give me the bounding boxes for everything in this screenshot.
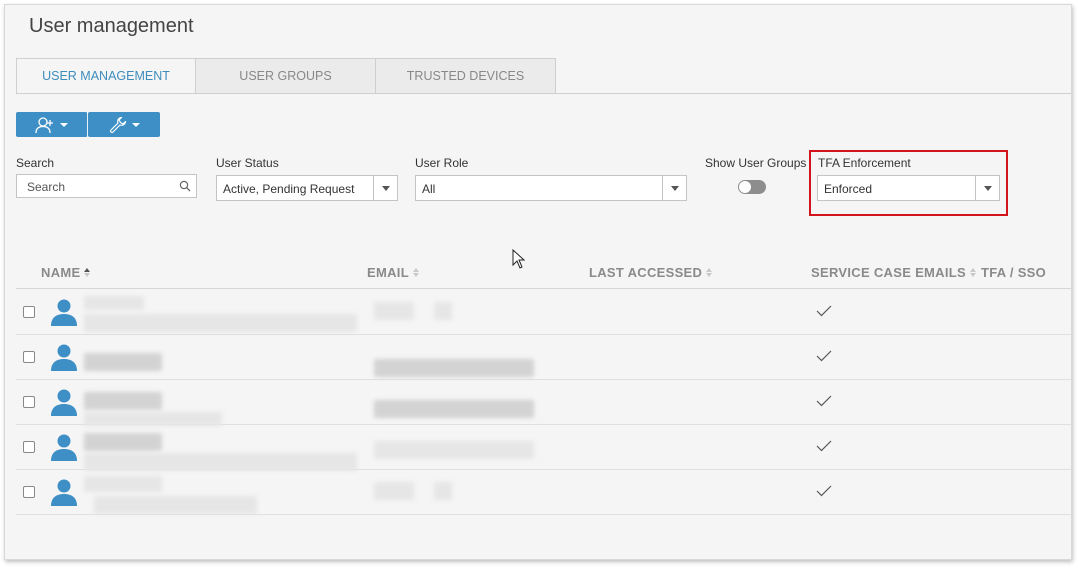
redacted-email <box>374 359 534 377</box>
search-icon <box>179 180 191 192</box>
sort-icon <box>706 268 713 277</box>
column-header-service-case-emails[interactable]: SERVICE CASE EMAILS <box>811 265 976 280</box>
column-header-label: NAME <box>41 265 81 280</box>
tab-trusted-devices[interactable]: TRUSTED DEVICES <box>376 58 556 94</box>
row-checkbox[interactable] <box>23 306 35 318</box>
check-icon <box>816 395 832 407</box>
user-management-window: User management USER MANAGEMENT USER GRO… <box>4 4 1072 560</box>
user-avatar-icon <box>51 479 77 506</box>
tools-menu-button[interactable] <box>88 112 160 137</box>
user-avatar-icon <box>51 344 77 371</box>
table-row[interactable] <box>16 380 1071 426</box>
tab-divider <box>16 93 1071 94</box>
row-checkbox[interactable] <box>23 396 35 408</box>
tfa-enforcement-value: Enforced <box>824 182 873 196</box>
check-icon <box>816 485 832 497</box>
column-header-label: SERVICE CASE EMAILS <box>811 265 966 280</box>
redacted-name <box>84 433 162 451</box>
redacted-email <box>374 441 534 459</box>
column-header-tfa-sso: TFA / SSO <box>981 265 1046 280</box>
redacted-name <box>84 476 162 492</box>
row-checkbox[interactable] <box>23 486 35 498</box>
redacted-name <box>94 496 257 514</box>
redacted-email <box>434 302 452 320</box>
redacted-name <box>84 314 357 332</box>
search-label: Search <box>16 156 55 170</box>
table-row[interactable] <box>16 470 1071 515</box>
search-field <box>16 174 197 199</box>
sort-icon <box>84 268 91 277</box>
tab-bar: USER MANAGEMENT USER GROUPS TRUSTED DEVI… <box>16 58 556 94</box>
add-user-button[interactable] <box>16 112 88 137</box>
redacted-name <box>84 392 162 410</box>
tfa-enforcement-label: TFA Enforcement <box>818 156 911 170</box>
show-user-groups-label: Show User Groups <box>705 156 807 170</box>
column-header-label: TFA / SSO <box>981 265 1047 280</box>
user-avatar-icon <box>51 389 77 416</box>
chevron-down-icon <box>131 122 140 127</box>
tab-user-management[interactable]: USER MANAGEMENT <box>16 58 196 94</box>
table-header: NAME EMAIL LAST ACCESSED SERVICE CASE EM… <box>16 255 1071 289</box>
user-role-value: All <box>422 182 436 196</box>
search-input[interactable] <box>17 175 167 199</box>
sort-icon <box>970 268 976 277</box>
chevron-down-icon <box>381 185 390 191</box>
user-avatar-icon <box>51 434 77 461</box>
user-status-label: User Status <box>216 156 279 170</box>
page-title: User management <box>29 15 194 37</box>
column-header-name[interactable]: NAME <box>41 265 91 280</box>
toolbar <box>16 112 160 137</box>
table-row[interactable] <box>16 335 1071 380</box>
redacted-email <box>434 482 452 500</box>
add-user-icon <box>35 116 53 133</box>
column-header-label: LAST ACCESSED <box>589 265 703 280</box>
toggle-knob <box>739 181 751 193</box>
redacted-email <box>374 400 534 418</box>
redacted-email <box>374 482 414 500</box>
chevron-down-icon <box>60 122 68 127</box>
row-checkbox[interactable] <box>23 441 35 453</box>
table-row[interactable] <box>16 425 1071 471</box>
redacted-email <box>374 302 414 320</box>
user-status-value: Active, Pending Request <box>223 182 355 196</box>
user-status-dropdown-toggle[interactable] <box>373 176 397 200</box>
redacted-name <box>84 296 144 310</box>
column-header-label: EMAIL <box>367 265 409 280</box>
check-icon <box>816 350 832 362</box>
column-header-last-accessed[interactable]: LAST ACCESSED <box>589 265 713 280</box>
row-checkbox[interactable] <box>23 351 35 363</box>
table-row[interactable] <box>16 290 1071 335</box>
user-avatar-icon <box>51 299 77 326</box>
redacted-name <box>84 412 222 426</box>
user-status-select[interactable]: Active, Pending Request <box>216 175 398 201</box>
check-icon <box>816 440 832 452</box>
chevron-down-icon <box>670 185 679 191</box>
check-icon <box>816 305 832 317</box>
user-role-select[interactable]: All <box>415 175 687 201</box>
user-role-dropdown-toggle[interactable] <box>662 176 686 200</box>
sort-icon <box>412 268 419 277</box>
user-role-label: User Role <box>415 156 469 170</box>
wrench-icon <box>109 116 126 133</box>
redacted-name <box>84 353 162 371</box>
redacted-name <box>84 453 357 471</box>
tfa-enforcement-select[interactable]: Enforced <box>817 175 1000 201</box>
chevron-down-icon <box>983 185 992 191</box>
column-header-email[interactable]: EMAIL <box>367 265 419 280</box>
show-user-groups-toggle[interactable] <box>738 180 766 194</box>
tfa-enforcement-dropdown-toggle[interactable] <box>975 176 999 200</box>
tab-user-groups[interactable]: USER GROUPS <box>196 58 376 94</box>
